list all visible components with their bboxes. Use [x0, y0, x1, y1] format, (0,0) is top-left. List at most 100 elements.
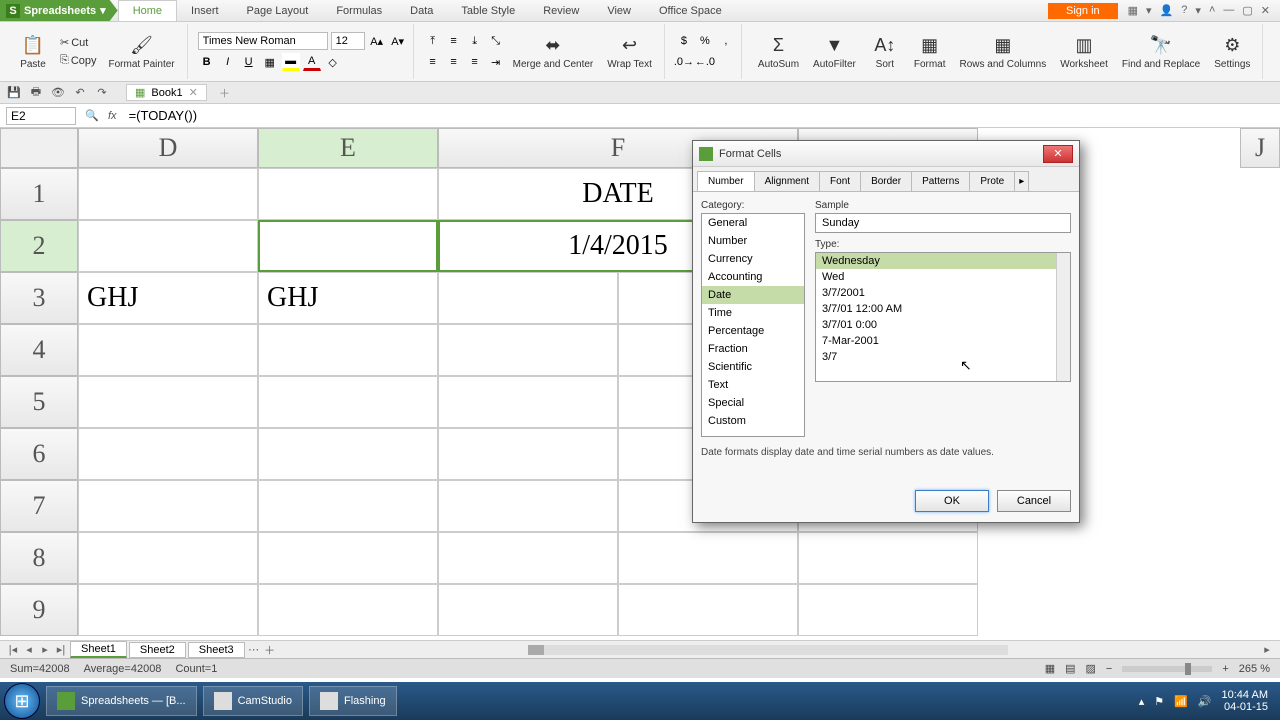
cat-accounting[interactable]: Accounting [702, 268, 804, 286]
tab-formulas[interactable]: Formulas [322, 0, 396, 21]
type-mdy-24h[interactable]: 3/7/01 0:00 [816, 317, 1070, 333]
taskbar-flashing[interactable]: Flashing [309, 686, 397, 716]
cat-custom[interactable]: Custom [702, 412, 804, 430]
cell-e3[interactable]: GHJ [258, 272, 438, 324]
zoom-selection-icon[interactable]: 🔍 [84, 108, 100, 124]
cancel-button[interactable]: Cancel [997, 490, 1071, 512]
document-tab[interactable]: ▦ Book1 ✕ [126, 84, 207, 101]
autofilter-button[interactable]: ▼AutoFilter [807, 31, 862, 72]
name-box[interactable] [6, 107, 76, 125]
clear-format-button[interactable]: ◇ [324, 53, 342, 71]
align-bottom-icon[interactable]: ⤓ [466, 32, 484, 50]
system-tray[interactable]: ▴ ⚑ 📶 🔊 10:44 AM 04-01-15 [1131, 689, 1276, 713]
cat-currency[interactable]: Currency [702, 250, 804, 268]
type-wednesday[interactable]: Wednesday [816, 253, 1070, 269]
save-icon[interactable]: 💾 [6, 85, 22, 101]
font-size-select[interactable] [331, 32, 365, 50]
row-header-2[interactable]: 2 [0, 220, 78, 272]
type-mdy-ampm[interactable]: 3/7/01 12:00 AM [816, 301, 1070, 317]
start-button[interactable]: ⊞ [4, 683, 40, 719]
spreadsheet-grid[interactable]: D E F J 1 DATE 2 1/4/2015 3 GHJ GHJ 4 5 … [0, 128, 1280, 640]
sheet-tab-2[interactable]: Sheet2 [129, 642, 186, 658]
tab-insert[interactable]: Insert [177, 0, 233, 21]
settings-button[interactable]: ⚙Settings [1208, 31, 1256, 72]
tray-flag-icon[interactable]: ⚑ [1154, 695, 1164, 708]
tab-home[interactable]: Home [118, 0, 177, 21]
collapse-ribbon-icon[interactable]: ˄ [1209, 4, 1215, 17]
decrease-decimal-icon[interactable]: ←.0 [696, 53, 714, 71]
cell-e2[interactable] [258, 220, 438, 272]
cat-date[interactable]: Date [702, 286, 804, 304]
dlgtab-font[interactable]: Font [819, 171, 861, 191]
cat-percentage[interactable]: Percentage [702, 322, 804, 340]
row-header-8[interactable]: 8 [0, 532, 78, 584]
format-button[interactable]: ▦Format [908, 31, 952, 72]
underline-button[interactable]: U [240, 53, 258, 71]
tray-up-icon[interactable]: ▴ [1139, 695, 1145, 708]
tab-page-layout[interactable]: Page Layout [233, 0, 323, 21]
chevron-down-icon[interactable]: ▾ [1195, 4, 1201, 17]
cell-d3[interactable]: GHJ [78, 272, 258, 324]
cut-button[interactable]: ✂Cut [56, 34, 101, 51]
ok-button[interactable]: OK [915, 490, 989, 512]
sign-in-button[interactable]: Sign in [1048, 3, 1118, 19]
fill-color-button[interactable]: ▬ [282, 53, 300, 71]
app-menu-button[interactable]: S Spreadsheets ▾ [0, 0, 118, 21]
italic-button[interactable]: I [219, 53, 237, 71]
dialog-close-button[interactable]: ✕ [1043, 145, 1073, 163]
format-painter-button[interactable]: 🖌Format Painter [103, 31, 181, 72]
cat-general[interactable]: General [702, 214, 804, 232]
sheet-tab-3[interactable]: Sheet3 [188, 642, 245, 658]
row-header-6[interactable]: 6 [0, 428, 78, 480]
tray-volume-icon[interactable]: 🔊 [1198, 695, 1212, 708]
add-sheet-button[interactable]: ＋ [263, 642, 277, 658]
decrease-font-icon[interactable]: A▾ [389, 32, 407, 50]
sheet-tab-1[interactable]: Sheet1 [70, 641, 127, 658]
zoom-in-icon[interactable]: + [1222, 663, 1228, 675]
dlgtab-patterns[interactable]: Patterns [911, 171, 970, 191]
zoom-value[interactable]: 265 % [1239, 663, 1270, 675]
cat-fraction[interactable]: Fraction [702, 340, 804, 358]
sheet-nav-next[interactable]: ▸ [38, 643, 52, 656]
align-middle-icon[interactable]: ≡ [445, 32, 463, 50]
align-left-icon[interactable]: ≡ [424, 53, 442, 71]
type-list[interactable]: Wednesday Wed 3/7/2001 3/7/01 12:00 AM 3… [815, 252, 1071, 382]
indent-icon[interactable]: ⇥ [487, 53, 505, 71]
font-family-select[interactable] [198, 32, 328, 50]
row-header-1[interactable]: 1 [0, 168, 78, 220]
align-right-icon[interactable]: ≡ [466, 53, 484, 71]
opt1-icon[interactable]: ▾ [1146, 4, 1152, 17]
tab-review[interactable]: Review [529, 0, 593, 21]
find-replace-button[interactable]: 🔭Find and Replace [1116, 31, 1206, 72]
cat-number[interactable]: Number [702, 232, 804, 250]
fx-icon[interactable]: fx [108, 110, 117, 122]
row-header-5[interactable]: 5 [0, 376, 78, 428]
row-header-4[interactable]: 4 [0, 324, 78, 376]
autosum-button[interactable]: ΣAutoSum [752, 31, 805, 72]
sheet-nav-first[interactable]: |◂ [6, 643, 20, 656]
sort-button[interactable]: A↕Sort [864, 31, 906, 72]
minimize-icon[interactable]: — [1223, 4, 1234, 17]
view-page-icon[interactable]: ▤ [1065, 662, 1075, 675]
close-icon[interactable]: ✕ [1261, 4, 1270, 17]
type-dmony[interactable]: 7-Mar-2001 [816, 333, 1070, 349]
tab-view[interactable]: View [593, 0, 645, 21]
print-icon[interactable]: 🖶 [28, 85, 44, 101]
cat-text[interactable]: Text [702, 376, 804, 394]
sheet-nav-last[interactable]: ▸| [54, 643, 68, 656]
new-doc-button[interactable]: ＋ [213, 85, 236, 101]
align-center-icon[interactable]: ≡ [445, 53, 463, 71]
cat-scientific[interactable]: Scientific [702, 358, 804, 376]
sheet-options[interactable]: ⋯ [247, 643, 261, 656]
cat-special[interactable]: Special [702, 394, 804, 412]
dlgtab-number[interactable]: Number [697, 171, 755, 191]
percent-icon[interactable]: % [696, 32, 714, 50]
row-header-3[interactable]: 3 [0, 272, 78, 324]
col-header-j[interactable]: J [1240, 128, 1280, 168]
cell-f3a[interactable] [438, 272, 618, 324]
horizontal-scrollbar[interactable] [279, 645, 1258, 655]
comma-icon[interactable]: , [717, 32, 735, 50]
tray-network-icon[interactable]: 📶 [1174, 695, 1188, 708]
hscroll-right[interactable]: ▸ [1260, 643, 1274, 656]
taskbar-clock[interactable]: 10:44 AM 04-01-15 [1222, 689, 1268, 713]
